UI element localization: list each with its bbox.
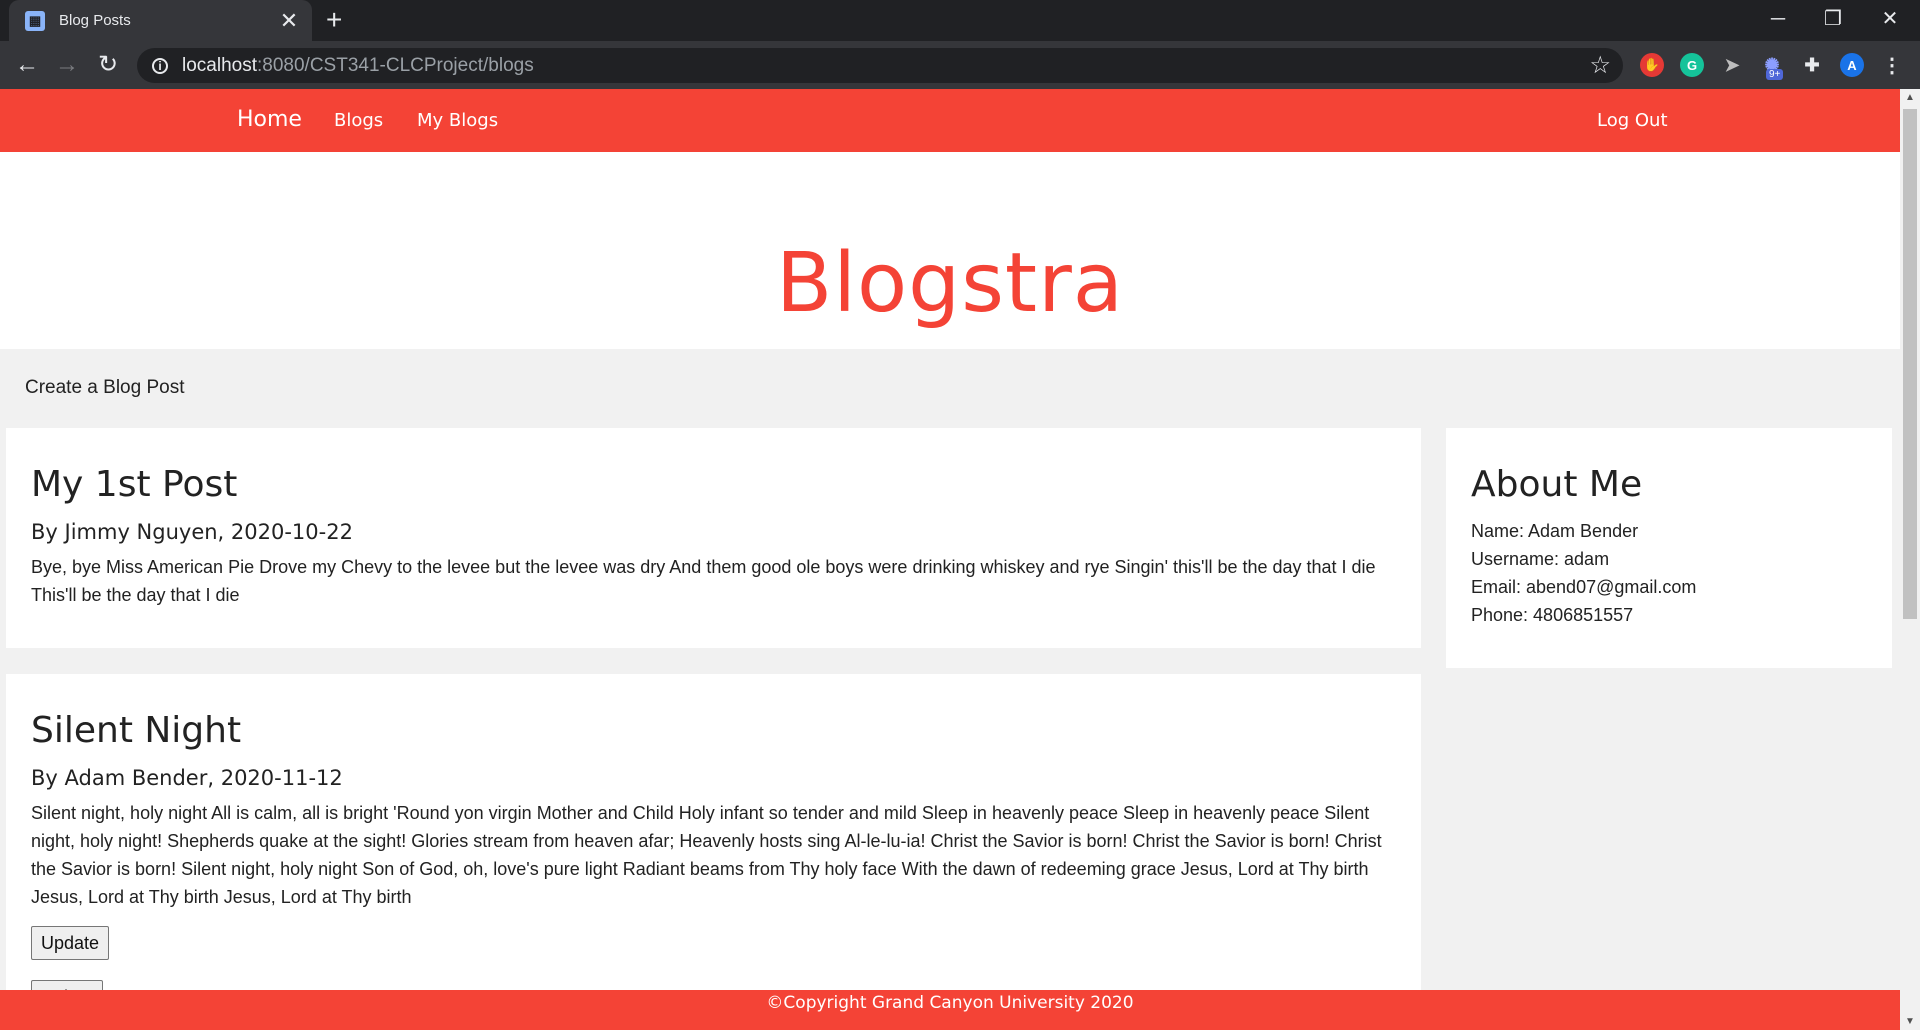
about-phone: Phone: 4806851557 <box>1471 605 1634 625</box>
about-me-card: About Me Name: Adam Bender Username: ada… <box>1446 428 1892 668</box>
about-name: Name: Adam Bender <box>1471 521 1639 541</box>
reload-icon[interactable]: ↻ <box>91 50 125 80</box>
extensions-puzzle-icon[interactable]: ✚ <box>1800 53 1824 77</box>
site-info-icon[interactable]: i <box>152 57 168 74</box>
blog-post-card: Silent Night By Adam Bender, 2020-11-12 … <box>6 674 1421 1014</box>
bookmark-star-icon[interactable]: ☆ <box>1589 51 1611 80</box>
post-body: Silent night, holy night All is calm, al… <box>31 803 1382 907</box>
nav-my-blogs-link[interactable]: My Blogs <box>417 110 498 131</box>
browser-tab[interactable]: ▦ Blog Posts ✕ <box>9 0 312 41</box>
site-title: Blogstra <box>775 236 1125 331</box>
nav-blogs-link[interactable]: Blogs <box>334 110 383 131</box>
forward-icon[interactable]: → <box>50 50 84 80</box>
scroll-down-icon[interactable]: ▼ <box>1900 1016 1920 1027</box>
page-scrollbar[interactable]: ▲ ▼ <box>1900 89 1920 1030</box>
tab-favicon-icon: ▦ <box>25 10 45 31</box>
tab-close-icon[interactable]: ✕ <box>278 9 300 32</box>
browser-tab-strip: ▦ Blog Posts ✕ + ─ ❐ ✕ <box>0 0 1920 41</box>
new-tab-button[interactable]: + <box>326 6 342 34</box>
update-button[interactable]: Update <box>31 926 110 960</box>
create-blog-post-link[interactable]: Create a Blog Post <box>25 377 184 399</box>
address-bar[interactable]: i localhost:8080/CST341-CLCProject/blogs… <box>137 48 1623 83</box>
web-page: Home Blogs My Blogs Log Out Blogstra Cre… <box>0 89 1900 1030</box>
url-text[interactable]: localhost:8080/CST341-CLCProject/blogs <box>182 55 534 77</box>
send-extension-icon[interactable]: ➤ <box>1720 53 1744 77</box>
scroll-up-icon[interactable]: ▲ <box>1900 92 1920 103</box>
minimize-icon[interactable]: ─ <box>1760 4 1796 34</box>
grammarly-extension-icon[interactable]: G <box>1680 53 1704 77</box>
post-meta: By Adam Bender, 2020-11-12 <box>31 766 343 790</box>
tab-title: Blog Posts <box>59 12 131 29</box>
site-footer: ©Copyright Grand Canyon University 2020 <box>0 990 1900 1030</box>
post-body: Bye, bye Miss American Pie Drove my Chev… <box>31 557 1376 605</box>
about-username: Username: adam <box>1471 549 1610 569</box>
extension-badge: 9+ <box>1766 69 1784 80</box>
post-title: Silent Night <box>31 710 242 751</box>
browser-toolbar: ← → ↻ i localhost:8080/CST341-CLCProject… <box>0 41 1920 89</box>
about-email: Email: abend07@gmail.com <box>1471 577 1697 597</box>
site-header: Blogstra <box>0 152 1900 349</box>
back-icon[interactable]: ← <box>10 50 44 80</box>
scroll-thumb[interactable] <box>1903 109 1917 619</box>
restore-icon[interactable]: ❐ <box>1815 4 1851 34</box>
nav-home-link[interactable]: Home <box>237 107 302 132</box>
profile-avatar[interactable]: A <box>1840 53 1864 77</box>
about-title: About Me <box>1471 464 1643 505</box>
blog-post-card: My 1st Post By Jimmy Nguyen, 2020-10-22 … <box>6 428 1421 648</box>
nav-logout-link[interactable]: Log Out <box>1597 110 1668 131</box>
site-navbar: Home Blogs My Blogs Log Out <box>0 89 1900 152</box>
close-window-icon[interactable]: ✕ <box>1872 4 1908 34</box>
browser-menu-icon[interactable]: ⋮ <box>1880 53 1904 77</box>
post-meta: By Jimmy Nguyen, 2020-10-22 <box>31 520 353 544</box>
post-title: My 1st Post <box>31 464 238 505</box>
adblock-extension-icon[interactable]: ✋ <box>1640 53 1664 77</box>
